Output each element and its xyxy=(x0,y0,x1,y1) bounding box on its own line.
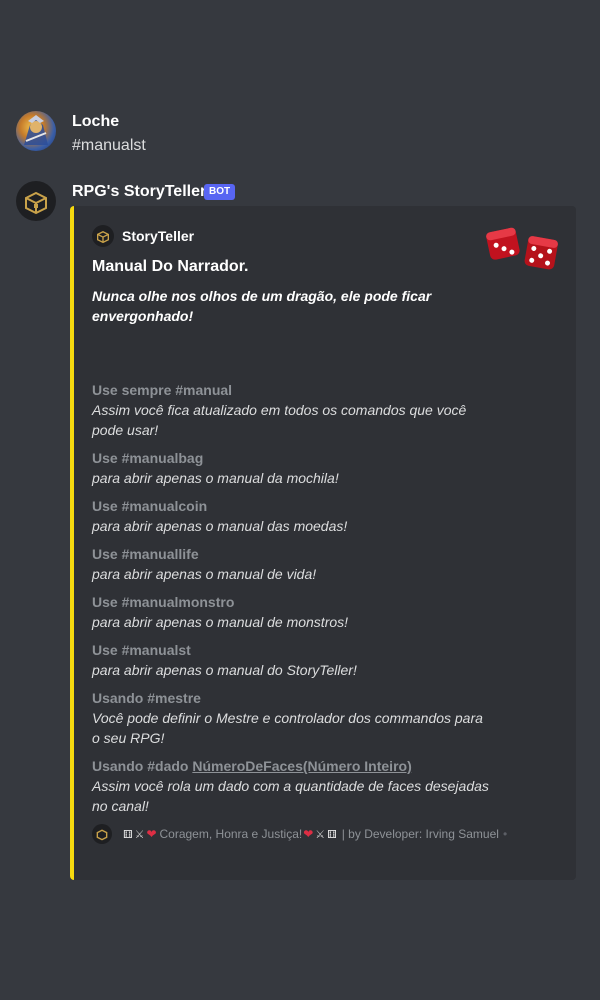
footer-icon xyxy=(92,824,112,844)
field-name: Use #manualbag xyxy=(92,450,204,466)
field-name: Use #manualcoin xyxy=(92,498,208,514)
field-value: para abrir apenas o manual do StoryTelle… xyxy=(92,662,357,678)
user-username[interactable]: Loche xyxy=(72,113,119,131)
field-name: Use sempre #manual xyxy=(92,382,233,398)
user-avatar[interactable] xyxy=(16,111,56,151)
footer-text: Coragem, Honra e Justiça! xyxy=(159,827,303,841)
field-name: Usando #mestre xyxy=(92,690,201,706)
embed-field: Usando #mestre Você pode definir o Mestr… xyxy=(92,688,492,748)
user-message-text: #manualst xyxy=(72,137,146,154)
field-name-link[interactable]: NúmeroDeFaces(Número Inteiro) xyxy=(192,758,411,774)
embed-field: Use #manualst para abrir apenas o manual… xyxy=(92,640,492,680)
game-die-icon: ⚅ xyxy=(327,828,337,841)
field-value: para abrir apenas o manual de vida! xyxy=(92,566,317,582)
field-name: Use #manualst xyxy=(92,642,191,658)
embed-author-name: StoryTeller xyxy=(122,228,195,244)
field-value: para abrir apenas o manual da mochila! xyxy=(92,470,339,486)
embed-title: Manual Do Narrador. xyxy=(92,258,249,275)
field-value: Assim você fica atualizado em todos os c… xyxy=(92,402,467,438)
footer-separator: • xyxy=(502,827,508,841)
embed-field-dice: Usando #dado NúmeroDeFaces(Número Inteir… xyxy=(92,756,492,816)
field-name: Usando #dado NúmeroDeFaces(Número Inteir… xyxy=(92,756,492,776)
field-value: Você pode definir o Mestre e controlador… xyxy=(92,710,483,746)
embed-field: Use sempre #manual Assim você fica atual… xyxy=(92,380,492,440)
crossed-swords-icon: ⚔ xyxy=(134,828,145,841)
embed-field: Use #manuallife para abrir apenas o manu… xyxy=(92,544,492,584)
field-name: Use #manualmonstro xyxy=(92,594,235,610)
game-die-icon: ⚅ xyxy=(123,828,133,841)
bot-username[interactable]: RPG's StoryTeller xyxy=(72,183,206,201)
crossed-swords-icon: ⚔ xyxy=(315,828,326,841)
bot-avatar[interactable] xyxy=(16,181,56,221)
field-name-prefix: Usando #dado xyxy=(92,758,193,774)
heart-icon: ❤ xyxy=(146,827,157,841)
field-value: Assim você rola um dado com a quantidade… xyxy=(92,778,489,814)
warrior-avatar-icon xyxy=(24,115,48,145)
field-name: Use #manuallife xyxy=(92,546,199,562)
treasure-chest-icon xyxy=(25,191,47,215)
embed-thumbnail[interactable] xyxy=(484,220,564,276)
footer-developer: | by Developer: Irving Samuel xyxy=(341,827,499,841)
treasure-chest-icon xyxy=(97,230,109,244)
embed: StoryTeller Manual Do Narrador. Nunca ol… xyxy=(70,206,576,880)
heart-icon: ❤ xyxy=(303,827,314,841)
embed-fields: Use sempre #manual Assim você fica atual… xyxy=(92,380,492,824)
embed-author: StoryTeller xyxy=(92,225,194,247)
embed-footer: ⚅ ⚔ ❤ Coragem, Honra e Justiça! ❤ ⚔ ⚅ | … xyxy=(92,824,507,844)
embed-field: Use #manualbag para abrir apenas o manua… xyxy=(92,448,492,488)
bot-badge: BOT xyxy=(204,184,236,200)
embed-field: Use #manualcoin para abrir apenas o manu… xyxy=(92,496,492,536)
treasure-chest-icon xyxy=(96,829,108,841)
author-icon xyxy=(92,225,114,247)
field-value: para abrir apenas o manual das moedas! xyxy=(92,518,348,534)
field-value: para abrir apenas o manual de monstros! xyxy=(92,614,349,630)
embed-description: Nunca olhe nos olhos de um dragão, ele p… xyxy=(92,288,432,324)
red-dice-icon xyxy=(486,227,558,270)
embed-field: Use #manualmonstro para abrir apenas o m… xyxy=(92,592,492,632)
